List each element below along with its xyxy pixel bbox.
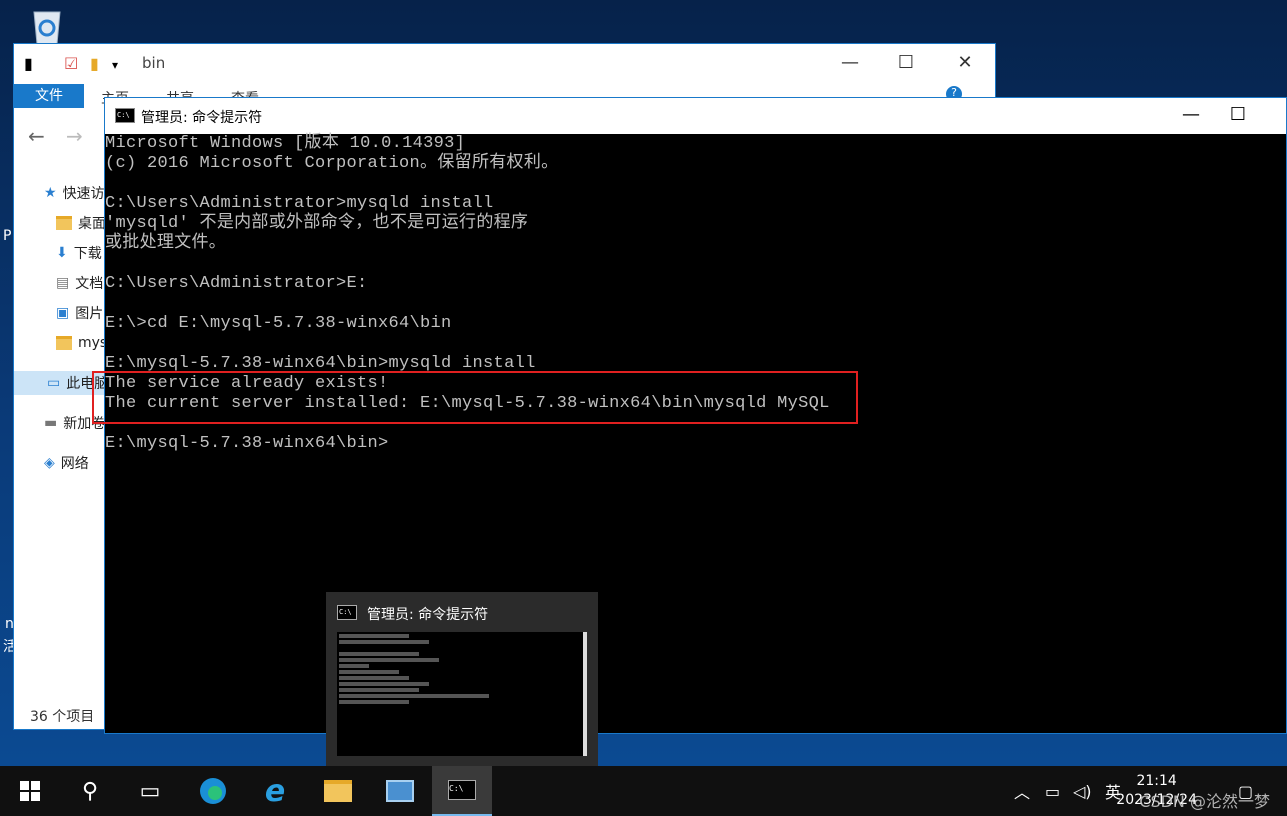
recycle-bin-icon[interactable] [22,6,72,46]
minimize-button[interactable]: — [1168,104,1214,128]
cmd-line [105,254,1286,274]
desktop-text: P [3,228,12,244]
server-manager-icon [386,780,414,802]
cmd-line: C:\Users\Administrator>mysqld install [105,194,494,213]
nav-documents[interactable]: ▤ 文档 [56,271,103,295]
ie-button[interactable]: e [245,766,305,816]
cmd-icon: C:\ [448,780,476,800]
properties-icon[interactable]: ☑ [64,54,78,73]
download-icon: ⬇ [56,245,68,261]
task-view-button[interactable]: ▭ [120,766,180,816]
cmd-line: Microsoft Windows [版本 10.0.14393] [105,134,466,153]
thumbnail-screen [337,632,587,756]
cmd-line: (c) 2016 Microsoft Corporation。保留所有权利。 [105,154,559,173]
maximize-button[interactable]: ☐ [883,52,929,76]
show-hidden-icons[interactable]: ︿ [1014,766,1030,816]
cmd-line: C:\Users\Administrator>E: [105,274,368,293]
search-button[interactable]: ⚲ [60,766,120,816]
network-status[interactable]: ▭ [1045,766,1060,816]
close-button[interactable]: ✕ [942,52,988,76]
edge-button[interactable] [183,766,243,816]
cmd-line [105,334,1286,354]
cmd-icon: C:\ [115,108,135,123]
tab-file[interactable]: 文件 [14,84,84,108]
explorer-titlebar: ▮ ☑ ▮ ▾ bin — ☐ ✕ [14,44,995,84]
start-button[interactable] [0,766,60,816]
volume-control[interactable]: ◁) [1073,766,1092,816]
folder-icon [56,336,72,350]
nav-downloads[interactable]: ⬇ 下载 [56,241,102,265]
cmd-icon: C:\ [337,605,357,620]
back-arrow-icon[interactable]: ← [28,124,45,148]
window-title: bin [142,54,166,72]
folder-icon: ▮ [24,54,33,73]
cmd-line: 或批处理文件。 [105,234,227,253]
search-icon: ⚲ [81,778,99,804]
cmd-title: 管理员: 命令提示符 [141,110,263,126]
cmd-line: E:\>cd E:\mysql-5.7.38-winx64\bin [105,314,452,333]
document-icon: ▤ [56,275,70,291]
task-view-icon: ▭ [139,778,161,804]
network-icon: ◈ [44,455,55,471]
customize-toolbar-icon[interactable]: ▾ [112,58,118,72]
highlight-box [92,371,858,424]
star-icon: ★ [44,185,57,201]
picture-icon: ▣ [56,305,70,321]
volume-icon: ◁) [1073,781,1092,801]
maximize-button[interactable]: ☐ [1215,104,1261,128]
network-tray-icon: ▭ [1045,781,1061,801]
server-manager-button[interactable] [370,766,430,816]
status-item-count: 36 个项目 [30,709,95,725]
nav-desktop[interactable]: 桌面 [56,211,106,235]
computer-icon: ▭ [47,375,61,391]
file-explorer-button[interactable] [308,766,368,816]
nav-network[interactable]: ◈ 网络 [44,451,89,475]
ie-icon: e [264,773,286,809]
chevron-up-icon: ︿ [1014,783,1031,802]
drive-icon: ▬ [44,415,58,431]
cmd-prompt-line: E:\mysql-5.7.38-winx64\bin> [105,434,389,453]
cmd-titlebar[interactable]: C:\ 管理员: 命令提示符 — ☐ [105,98,1286,134]
edge-icon [200,778,226,804]
nav-pictures[interactable]: ▣ 图片 [56,301,103,325]
taskbar: ⚲ ▭ e C:\ ︿ ▭ ◁) 英 21:14 2023/12/24 ▢ CS… [0,766,1287,816]
minimize-button[interactable]: — [827,52,873,76]
start-icon [20,781,40,801]
taskbar-thumbnail-preview[interactable]: C:\ 管理员: 命令提示符 [326,592,598,766]
cmd-taskbar-button[interactable]: C:\ [432,766,492,816]
cmd-line [105,174,1286,194]
watermark: CSDN @沦然一梦 [1139,792,1270,811]
cmd-line [105,294,1286,314]
cmd-line: 'mysqld' 不是内部或外部命令，也不是可运行的程序 [105,214,529,233]
forward-arrow-icon[interactable]: → [66,124,83,148]
file-explorer-icon [324,780,352,802]
thumbnail-title: 管理员: 命令提示符 [367,607,489,623]
new-folder-icon[interactable]: ▮ [90,54,99,73]
folder-icon [56,216,72,230]
